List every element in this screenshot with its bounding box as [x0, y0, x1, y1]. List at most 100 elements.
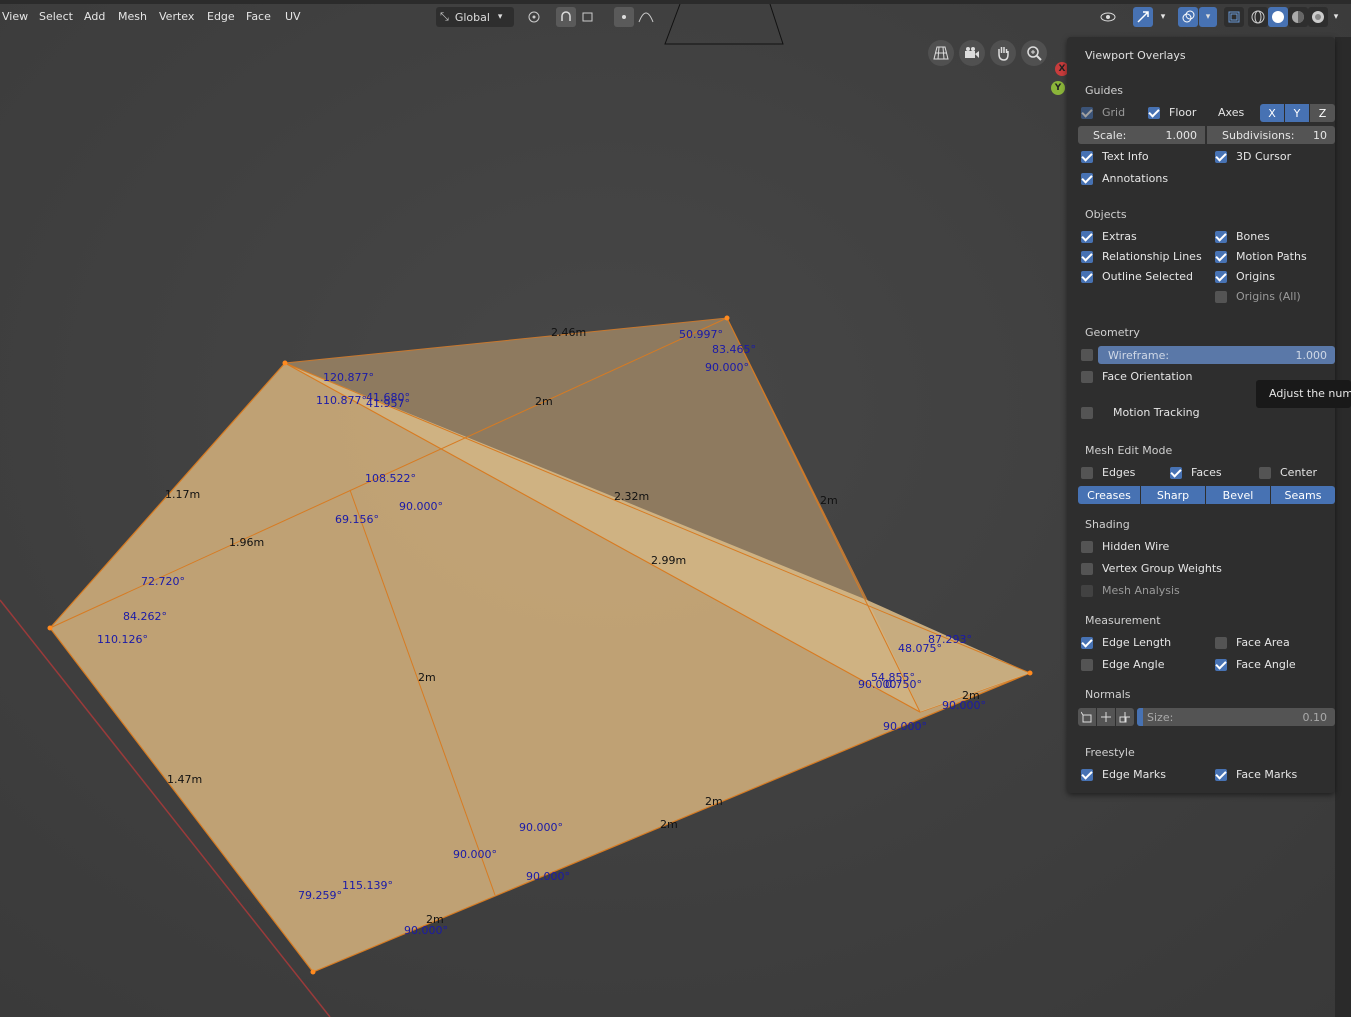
pivot-point-icon[interactable]: [524, 7, 544, 27]
scale-field[interactable]: Scale: 1.000: [1078, 126, 1205, 144]
face-angle-label: 108.522°: [365, 472, 416, 485]
menu-edge[interactable]: Edge: [205, 10, 237, 23]
camera-view-icon[interactable]: [959, 40, 985, 66]
scale-label: Scale:: [1093, 129, 1127, 142]
sharp-toggle[interactable]: Sharp: [1141, 486, 1205, 504]
axis-x-toggle[interactable]: X: [1260, 104, 1284, 122]
face-area-checkbox[interactable]: [1215, 637, 1227, 649]
motion-paths-checkbox[interactable]: [1215, 251, 1227, 263]
split-normals-icon[interactable]: [1097, 708, 1115, 726]
falloff-curve-icon[interactable]: [636, 7, 656, 27]
shading-chevron-down-icon[interactable]: ▾: [1326, 7, 1346, 27]
transform-orientation-dropdown[interactable]: ⤡ Global ▾: [436, 7, 514, 27]
grid-checkbox[interactable]: [1081, 107, 1093, 119]
face-angle-label: 72.720°: [141, 575, 185, 588]
gizmo-y-axis[interactable]: Y: [1051, 81, 1065, 95]
wireframe-checkbox[interactable]: [1081, 349, 1093, 361]
bones-checkbox[interactable]: [1215, 231, 1227, 243]
motion-tracking-checkbox[interactable]: [1081, 407, 1093, 419]
gizmo-chevron-down-icon[interactable]: ▾: [1153, 7, 1173, 27]
menu-uv[interactable]: UV: [283, 10, 303, 23]
bones-label: Bones: [1236, 230, 1270, 243]
grid-view-icon[interactable]: [928, 40, 954, 66]
snap-toggle-icon[interactable]: [556, 7, 576, 27]
face-marks-checkbox[interactable]: [1215, 769, 1227, 781]
pan-hand-icon[interactable]: [990, 40, 1016, 66]
origins-all-checkbox[interactable]: [1215, 291, 1227, 303]
edge-length-checkbox[interactable]: [1081, 637, 1093, 649]
menu-select[interactable]: Select: [37, 10, 75, 23]
edges-label: Edges: [1102, 466, 1136, 479]
subdivisions-field[interactable]: Subdivisions: 10: [1207, 126, 1335, 144]
motion-tracking-label: Motion Tracking: [1113, 406, 1200, 419]
measurement-heading: Measurement: [1085, 614, 1161, 627]
wireframe-slider[interactable]: Wireframe: 1.000: [1098, 346, 1335, 364]
chevron-down-icon: ▾: [497, 12, 503, 22]
vertex-normals-icon[interactable]: [1078, 708, 1096, 726]
axis-z-toggle[interactable]: Z: [1310, 104, 1335, 122]
face-orientation-checkbox[interactable]: [1081, 371, 1093, 383]
face-normals-icon[interactable]: [1116, 708, 1134, 726]
seams-toggle[interactable]: Seams: [1271, 486, 1335, 504]
normals-size-value: 0.10: [1302, 711, 1328, 724]
floor-checkbox[interactable]: [1148, 107, 1160, 119]
normals-size-slider[interactable]: Size: 0.10: [1137, 708, 1335, 726]
center-label: Center: [1280, 466, 1318, 479]
solid-shading-icon[interactable]: [1268, 7, 1288, 27]
outline-selected-label: Outline Selected: [1102, 270, 1193, 283]
scale-value: 1.000: [1165, 129, 1198, 142]
face-angle-label: 79.259°: [298, 889, 342, 902]
sidebar-tab-strip[interactable]: [1335, 37, 1351, 1017]
edge-length-label: 1.96m: [229, 536, 264, 549]
face-angle-label: 120.877°: [323, 371, 374, 384]
origins-checkbox[interactable]: [1215, 271, 1227, 283]
menu-mesh[interactable]: Mesh: [116, 10, 149, 23]
floor-label: Floor: [1169, 106, 1197, 119]
edges-checkbox[interactable]: [1081, 467, 1093, 479]
face-angle-label: 48.075°: [898, 642, 942, 655]
face-angle-checkbox[interactable]: [1215, 659, 1227, 671]
edge-angle-checkbox[interactable]: [1081, 659, 1093, 671]
proportional-edit-icon[interactable]: [614, 7, 634, 27]
overlays-chevron-down-icon[interactable]: ▾: [1199, 7, 1217, 27]
hidden-wire-label: Hidden Wire: [1102, 540, 1170, 553]
axis-y-toggle[interactable]: Y: [1285, 104, 1309, 122]
subdivisions-value: 10: [1313, 129, 1327, 142]
menu-view[interactable]: View: [0, 10, 30, 23]
axes-label: Axes: [1218, 106, 1245, 119]
snap-target-icon[interactable]: [578, 7, 598, 27]
outline-selected-checkbox[interactable]: [1081, 271, 1093, 283]
zoom-icon[interactable]: [1021, 40, 1047, 66]
edge-marks-checkbox[interactable]: [1081, 769, 1093, 781]
vertex-group-weights-label: Vertex Group Weights: [1102, 562, 1222, 575]
faces-checkbox[interactable]: [1170, 467, 1182, 479]
visibility-eye-icon[interactable]: [1098, 7, 1118, 27]
hidden-wire-checkbox[interactable]: [1081, 541, 1093, 553]
xray-toggle-icon[interactable]: [1224, 7, 1244, 27]
creases-toggle[interactable]: Creases: [1078, 486, 1140, 504]
vertex-group-weights-checkbox[interactable]: [1081, 563, 1093, 575]
rendered-shading-icon[interactable]: [1308, 7, 1328, 27]
menu-face[interactable]: Face: [244, 10, 273, 23]
3d-cursor-checkbox[interactable]: [1215, 151, 1227, 163]
faces-label: Faces: [1191, 466, 1222, 479]
gizmo-toggle-icon[interactable]: [1133, 7, 1153, 27]
extras-checkbox[interactable]: [1081, 231, 1093, 243]
bevel-toggle[interactable]: Bevel: [1206, 486, 1270, 504]
origins-label: Origins: [1236, 270, 1275, 283]
center-checkbox[interactable]: [1259, 467, 1271, 479]
material-shading-icon[interactable]: [1288, 7, 1308, 27]
face-angle-label: 90.000°: [526, 870, 570, 883]
face-angle-label: 84.262°: [123, 610, 167, 623]
face-angle-label: 90.000°: [404, 924, 448, 937]
menu-vertex[interactable]: Vertex: [157, 10, 196, 23]
overlays-toggle-icon[interactable]: [1178, 7, 1198, 27]
menu-add[interactable]: Add: [82, 10, 107, 23]
edge-length-label: Edge Length: [1102, 636, 1172, 649]
mesh-analysis-checkbox[interactable]: [1081, 585, 1093, 597]
wireframe-shading-icon[interactable]: [1248, 7, 1268, 27]
text-info-checkbox[interactable]: [1081, 151, 1093, 163]
face-angle-label: 90.000°: [453, 848, 497, 861]
annotations-checkbox[interactable]: [1081, 173, 1093, 185]
relationship-lines-checkbox[interactable]: [1081, 251, 1093, 263]
